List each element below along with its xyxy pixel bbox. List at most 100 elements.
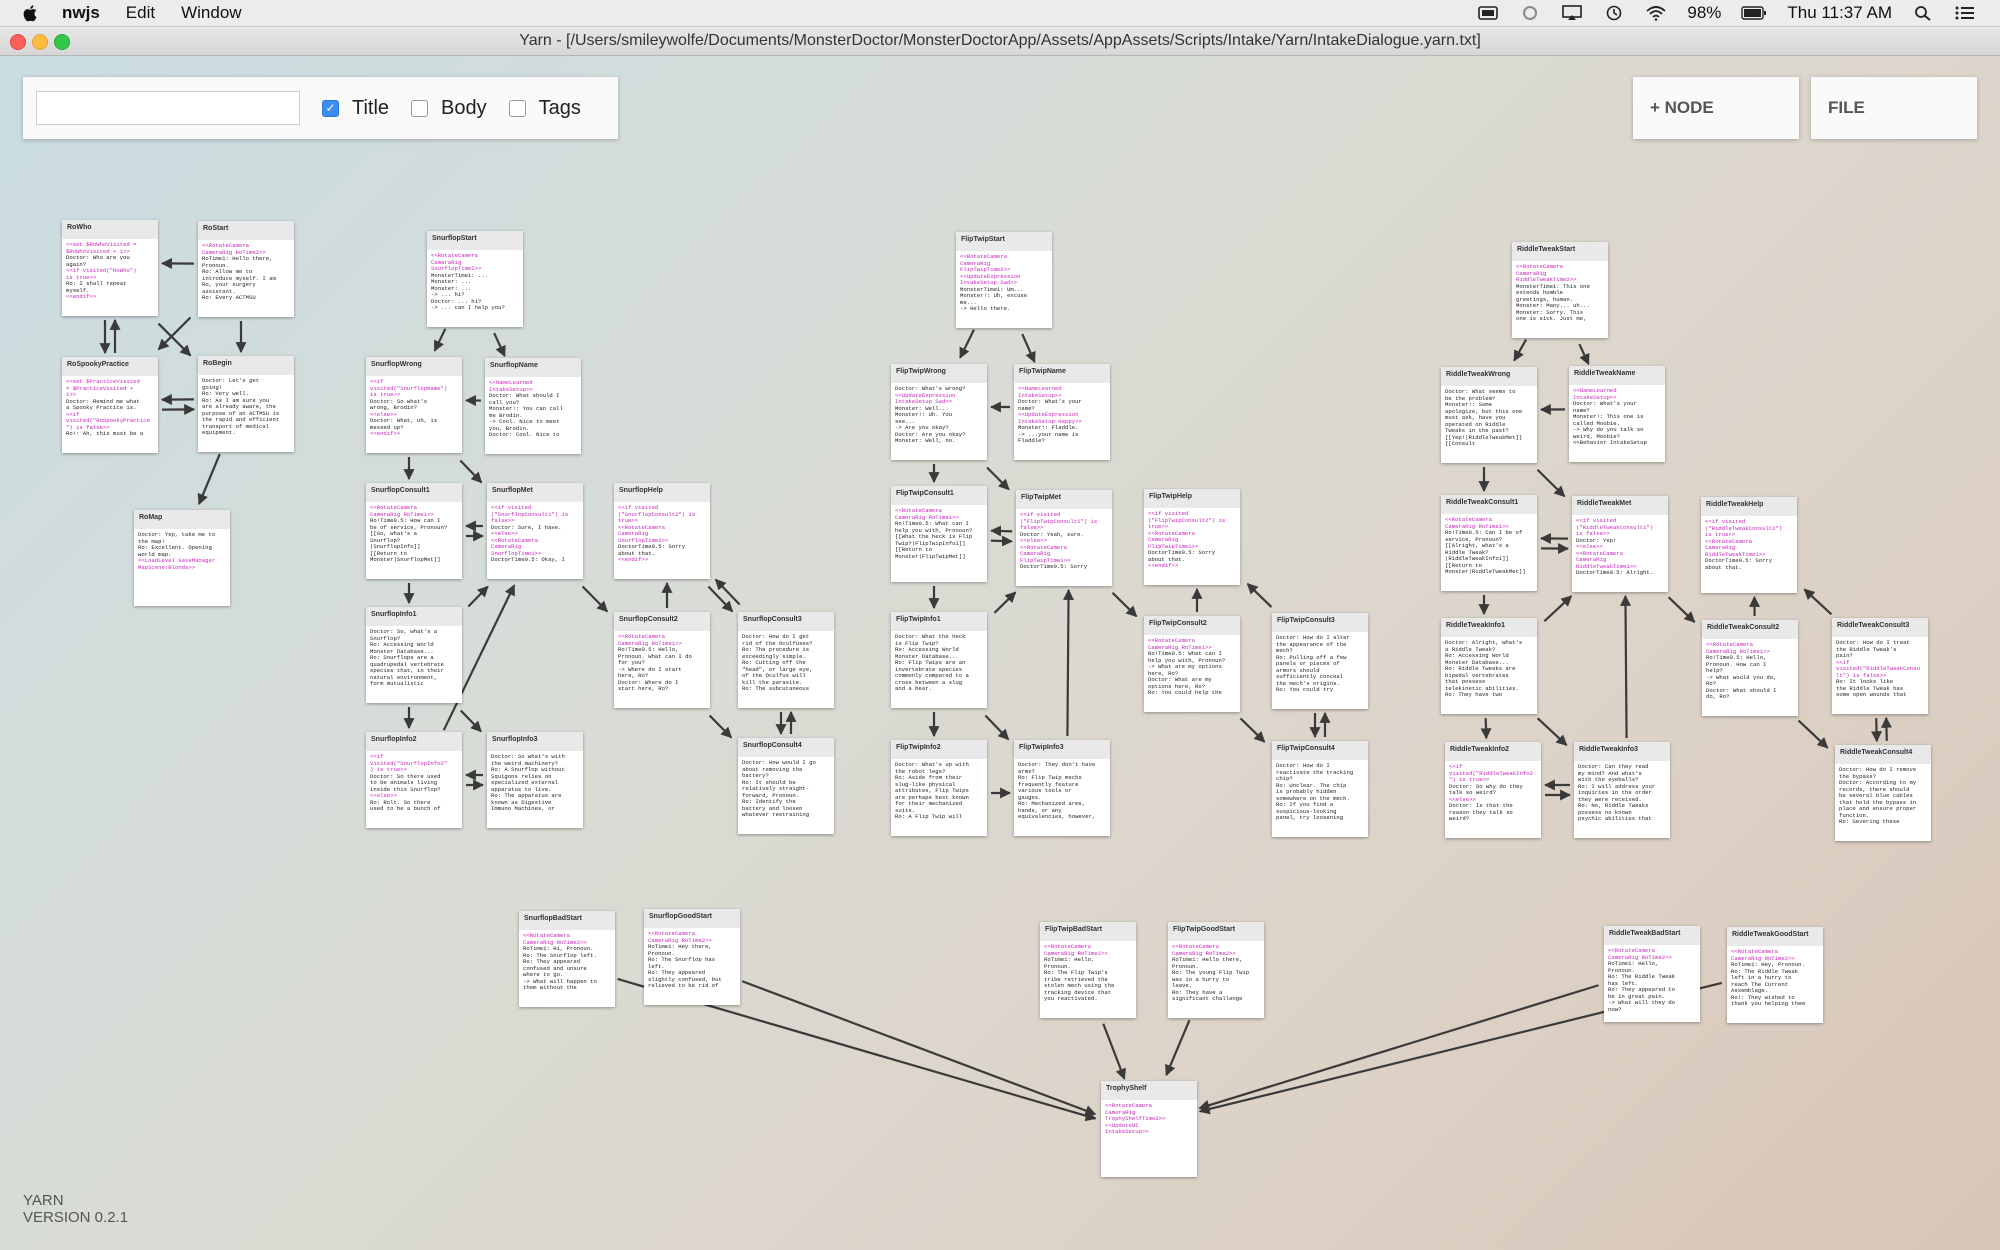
node-snurflop-info2[interactable]: SnurflopInfo2 <<if visited("SnurflopInfo2… [366, 732, 462, 828]
node-body: <<RotateCamera CameraRig RoTime2>> RoTim… [523, 932, 597, 991]
link-arrow [1536, 468, 1566, 498]
link-arrow [1803, 588, 1833, 616]
node-flip-twip-start[interactable]: FlipTwipStart <<RotateCamera CameraRig Fl… [956, 232, 1052, 328]
node-title: FlipTwipWrong [891, 364, 987, 383]
node-snurflop-good-start[interactable]: SnurflopGoodStart <<RotateCamera CameraRi… [644, 909, 740, 1005]
node-snurflop-info1[interactable]: SnurflopInfo1 Doctor: So, what's a Snurfl… [366, 607, 462, 703]
node-body: <<if visited ("RiddleTweakConsult2") is … [1705, 518, 1783, 571]
node-flip-twip-consult1[interactable]: FlipTwipConsult1 <<RotateCamera CameraRig… [891, 486, 987, 582]
node-title: RiddleTweakConsult4 [1835, 745, 1931, 764]
node-body: <<if visited("RiddleTweakInfo2 ") is tru… [1449, 763, 1533, 822]
node-title: SnurflopInfo3 [487, 732, 583, 751]
node-body: <<RotateCamera CameraRig RoTime1>> Ro!Ti… [370, 504, 448, 563]
node-title: RiddleTweakHelp [1701, 497, 1797, 516]
node-title: RiddleTweakName [1569, 366, 1665, 385]
node-snurflop-help[interactable]: SnurflopHelp <<if visited ("SnurflopConsu… [614, 483, 710, 579]
node-riddle-tweak-info2[interactable]: RiddleTweakInfo2 <<if visited("RiddleTwea… [1445, 742, 1541, 838]
link-arrow [1797, 719, 1829, 749]
node-flip-twip-bad-start[interactable]: FlipTwipBadStart <<RotateCamera CameraRig… [1040, 922, 1136, 1018]
link-arrow [990, 525, 1013, 537]
node-body: <<NameLearned IntakeSetup>> Doctor: What… [1573, 387, 1647, 446]
node-riddle-tweak-info1[interactable]: RiddleTweakInfo1 Doctor: Alright, what's … [1441, 618, 1537, 714]
node-body: Doctor: How do I treat the Riddle Tweak'… [1836, 639, 1920, 698]
node-riddle-tweak-met[interactable]: RiddleTweakMet <<if visited ("RiddleTweak… [1572, 496, 1668, 592]
node-trophy-shelf[interactable]: TrophyShelf <<RotateCamera CameraRig Trop… [1101, 1081, 1197, 1177]
node-flip-twip-consult2[interactable]: FlipTwipConsult2 <<RotateCamera CameraRig… [1144, 616, 1240, 712]
node-riddle-tweak-info3[interactable]: RiddleTweakInfo3 Doctor: Can they read my… [1574, 742, 1670, 838]
node-body: Doctor: Alright, what's a Riddle Tweak? … [1445, 639, 1523, 698]
node-body: <<RotateCamera CameraRig RoTime1>> Ro!Ti… [895, 507, 973, 560]
link-arrow [581, 585, 609, 613]
node-ro-map[interactable]: RoMap Doctor: Yep, take me to the map! Ro… [134, 510, 230, 606]
node-title: FlipTwipInfo3 [1014, 740, 1110, 759]
node-snurflop-consult4[interactable]: SnurflopConsult4 Doctor: How would I go a… [738, 738, 834, 834]
node-body: Doctor: Can they read my mind? And what'… [1578, 763, 1656, 822]
link-arrow [1667, 596, 1696, 623]
node-body: <<if visited ("FlipTwipConsult1") is fal… [1020, 511, 1098, 570]
node-title: RiddleTweakGoodStart [1727, 927, 1823, 946]
node-flip-twip-met[interactable]: FlipTwipMet <<if visited ("FlipTwipConsul… [1016, 490, 1112, 586]
node-ro-spooky-practice[interactable]: RoSpookyPractice <<set $PracticeVisited =… [62, 357, 158, 453]
node-snurflop-bad-start[interactable]: SnurflopBadStart <<RotateCamera CameraRig… [519, 911, 615, 1007]
node-riddle-tweak-name[interactable]: RiddleTweakName <<NameLearned IntakeSetup… [1569, 366, 1665, 462]
node-title: FlipTwipBadStart [1040, 922, 1136, 941]
node-body: <<if visited ("SnurflopConsult2") is tru… [618, 504, 696, 563]
node-flip-twip-info1[interactable]: FlipTwipInfo1 Doctor: What the heck is Fl… [891, 612, 987, 708]
node-flip-twip-wrong[interactable]: FlipTwipWrong Doctor: What's wrong? <<Upd… [891, 364, 987, 460]
node-flip-twip-help[interactable]: FlipTwipHelp <<if visited ("FlipTwipConsu… [1144, 489, 1240, 585]
link-arrow [459, 709, 482, 733]
node-flip-twip-consult4[interactable]: FlipTwipConsult4 Doctor: How do I reactiv… [1272, 741, 1368, 837]
node-snurflop-info3[interactable]: SnurflopInfo3 Doctor: So what's with the … [487, 732, 583, 828]
node-title: SnurflopGoodStart [644, 909, 740, 928]
node-title: RoWho [62, 220, 158, 239]
node-snurflop-start[interactable]: SnurflopStart <<RotateCamera CameraRig Sn… [427, 231, 523, 327]
node-flip-twip-name[interactable]: FlipTwipName <<NameLearned IntakeSetup>> … [1014, 364, 1110, 460]
node-snurflop-wrong[interactable]: SnurflopWrong <<if visited("SnurflopName"… [366, 357, 462, 453]
node-snurflop-consult2[interactable]: SnurflopConsult2 <<RotateCamera CameraRig… [614, 612, 710, 708]
node-title: FlipTwipName [1014, 364, 1110, 383]
node-body: <<if visited ("RiddleTweakConsult1") is … [1576, 517, 1654, 576]
node-title: SnurflopName [485, 358, 581, 377]
link-arrow [1620, 594, 1632, 738]
node-body: <<RotateCamera CameraRig RiddleTweakTime… [1516, 263, 1590, 322]
node-body: <<if visited ("FlipTwipConsult2") is tru… [1148, 510, 1226, 569]
link-arrow [1880, 716, 1892, 741]
node-riddle-tweak-consult3[interactable]: RiddleTweakConsult3 Doctor: How do I trea… [1832, 618, 1928, 714]
node-ro-start[interactable]: RoStart <<RotateCamera CameraRig RoTime2>… [198, 221, 294, 317]
node-title: SnurflopWrong [366, 357, 462, 376]
node-flip-twip-info2[interactable]: FlipTwipInfo2 Doctor: What's up with the … [891, 740, 987, 836]
node-body: <<RotateCamera CameraRig RoTime1>> Ro!Ti… [1445, 516, 1526, 575]
node-snurflop-met[interactable]: SnurflopMet <<if visited ("SnurflopConsul… [487, 483, 583, 579]
node-snurflop-consult1[interactable]: SnurflopConsult1 <<RotateCamera CameraRig… [366, 483, 462, 579]
node-body: <<set $RoWhoVisited = $RoWhoVisited + 1>… [66, 241, 137, 300]
node-title: SnurflopHelp [614, 483, 710, 502]
node-body: <<if visited("SnurflopInfo2" ) is true>>… [370, 753, 448, 812]
link-arrow [1063, 588, 1075, 737]
node-snurflop-consult3[interactable]: SnurflopConsult3 Doctor: How do I get rid… [738, 612, 834, 708]
node-body: <<if visited("SnurflopName") is true>> D… [370, 378, 448, 437]
node-title: FlipTwipInfo1 [891, 612, 987, 631]
node-ro-begin[interactable]: RoBegin Doctor: Let's get going! Ro: Very… [198, 356, 294, 452]
node-body: Doctor: How would I go about removing th… [742, 759, 816, 818]
node-body: <<RotateCamera CameraRig RoTime2>> RoTim… [1044, 943, 1115, 1002]
node-ro-who[interactable]: RoWho <<set $RoWhoVisited = $RoWhoVisited… [62, 220, 158, 316]
node-riddle-tweak-good-start[interactable]: RiddleTweakGoodStart <<RotateCamera Camer… [1727, 927, 1823, 1023]
node-riddle-tweak-help[interactable]: RiddleTweakHelp <<if visited ("RiddleTwea… [1701, 497, 1797, 593]
node-riddle-tweak-consult1[interactable]: RiddleTweakConsult1 <<RotateCamera Camera… [1441, 495, 1537, 591]
node-riddle-tweak-bad-start[interactable]: RiddleTweakBadStart <<RotateCamera Camera… [1604, 926, 1700, 1022]
link-arrow [1111, 591, 1138, 618]
node-riddle-tweak-start[interactable]: RiddleTweakStart <<RotateCamera CameraRig… [1512, 242, 1608, 338]
link-arrow [993, 591, 1017, 614]
node-body: <<RotateCamera CameraRig RoTime1>> Ro!Ti… [1706, 641, 1777, 700]
node-riddle-tweak-consult4[interactable]: RiddleTweakConsult4 Doctor: How do I remo… [1835, 745, 1931, 841]
node-flip-twip-info3[interactable]: FlipTwipInfo3 Doctor: They don't have arm… [1014, 740, 1110, 836]
node-title: TrophyShelf [1101, 1081, 1197, 1100]
node-title: SnurflopConsult1 [366, 483, 462, 502]
node-riddle-tweak-wrong[interactable]: RiddleTweakWrong Doctor: What seems to be… [1441, 367, 1537, 463]
node-flip-twip-consult3[interactable]: FlipTwipConsult3 Doctor: How do I alter t… [1272, 613, 1368, 709]
node-snurflop-name[interactable]: SnurflopName <<NameLearned IntakeSetup>> … [485, 358, 581, 454]
node-riddle-tweak-consult2[interactable]: RiddleTweakConsult2 <<RotateCamera Camera… [1702, 620, 1798, 716]
node-title: FlipTwipMet [1016, 490, 1112, 509]
node-flip-twip-good-start[interactable]: FlipTwipGoodStart <<RotateCamera CameraRi… [1168, 922, 1264, 1018]
node-title: FlipTwipConsult4 [1272, 741, 1368, 760]
